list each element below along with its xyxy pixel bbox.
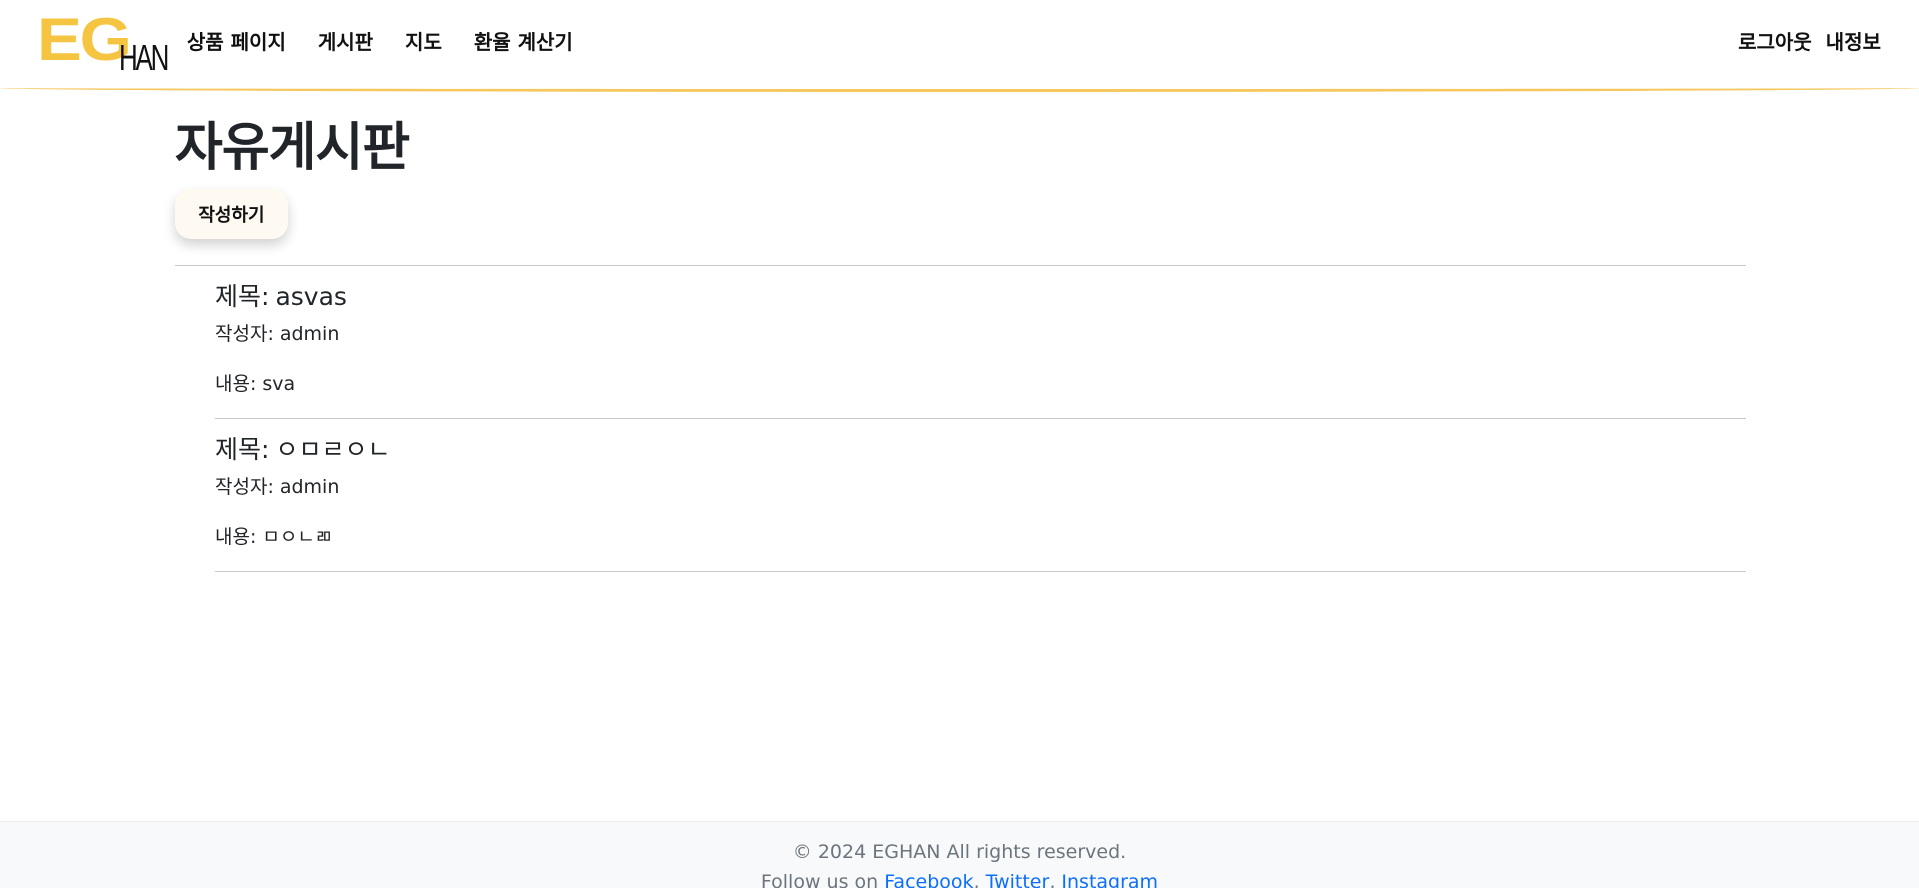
- nav-products-link[interactable]: 상품 페이지: [187, 28, 286, 56]
- post-content-label: 내용:: [215, 373, 257, 395]
- facebook-link[interactable]: Facebook: [884, 871, 973, 888]
- post-title-value: ㅇㅁㄹㅇㄴ: [275, 435, 391, 464]
- post-author: 작성자: admin: [215, 321, 339, 347]
- logout-link[interactable]: 로그아웃: [1738, 28, 1812, 56]
- nav-exchange-link[interactable]: 환율 계산기: [474, 28, 573, 56]
- post-item[interactable]: 제목: asvas 작성자: admin 내용: sva: [215, 266, 1746, 419]
- post-author-value: admin: [279, 476, 340, 498]
- write-post-button[interactable]: 작성하기: [175, 189, 288, 239]
- post-content: 내용: ㅁㅇㄴㄻ: [215, 524, 332, 550]
- post-title-label: 제목:: [215, 282, 270, 311]
- post-title[interactable]: 제목: ㅇㅁㄹㅇㄴ: [215, 433, 390, 467]
- post-title[interactable]: 제목: asvas: [215, 280, 347, 314]
- nav-board-link[interactable]: 게시판: [318, 28, 373, 56]
- logo-main-text: EG: [37, 6, 132, 73]
- post-content-value: ㅁㅇㄴㄻ: [262, 526, 333, 548]
- page-title: 자유게시판: [175, 118, 410, 178]
- post-content-value: sva: [262, 373, 296, 395]
- user-nav: 로그아웃 내정보: [1724, 28, 1881, 56]
- post-author-label: 작성자:: [215, 323, 274, 345]
- post-list: 제목: asvas 작성자: admin 내용: sva 제목: ㅇㅁㄹㅇㄴ 작성자: a…: [215, 266, 1746, 572]
- brand-logo[interactable]: EG HAN: [37, 6, 171, 78]
- post-title-value: asvas: [275, 282, 347, 311]
- nav-map-link[interactable]: 지도: [405, 28, 442, 56]
- post-content: 내용: sva: [215, 371, 295, 397]
- logo-sub-text: HAN: [119, 37, 169, 78]
- navbar: EG HAN 상품 페이지 게시판 지도 환율 계산기 로그아웃 내정보: [0, 0, 1919, 92]
- footer: © 2024 EGHAN All rights reserved. Follow…: [0, 821, 1919, 888]
- profile-link[interactable]: 내정보: [1826, 28, 1881, 56]
- footer-follow-text: Follow us on: [760, 871, 879, 888]
- instagram-link[interactable]: Instagram: [1061, 871, 1158, 888]
- post-author-label: 작성자:: [215, 476, 274, 498]
- main-nav: 상품 페이지 게시판 지도 환율 계산기: [187, 28, 605, 56]
- twitter-link[interactable]: Twitter: [986, 871, 1050, 888]
- post-item[interactable]: 제목: ㅇㅁㄹㅇㄴ 작성자: admin 내용: ㅁㅇㄴㄻ: [215, 419, 1746, 572]
- post-author: 작성자: admin: [215, 474, 339, 500]
- footer-copyright: © 2024 EGHAN All rights reserved.: [792, 841, 1127, 863]
- post-title-label: 제목:: [215, 435, 270, 464]
- post-author-value: admin: [279, 323, 340, 345]
- post-content-label: 내용:: [215, 526, 257, 548]
- footer-social: Follow us on Facebook, Twitter, Instagra…: [0, 869, 1919, 888]
